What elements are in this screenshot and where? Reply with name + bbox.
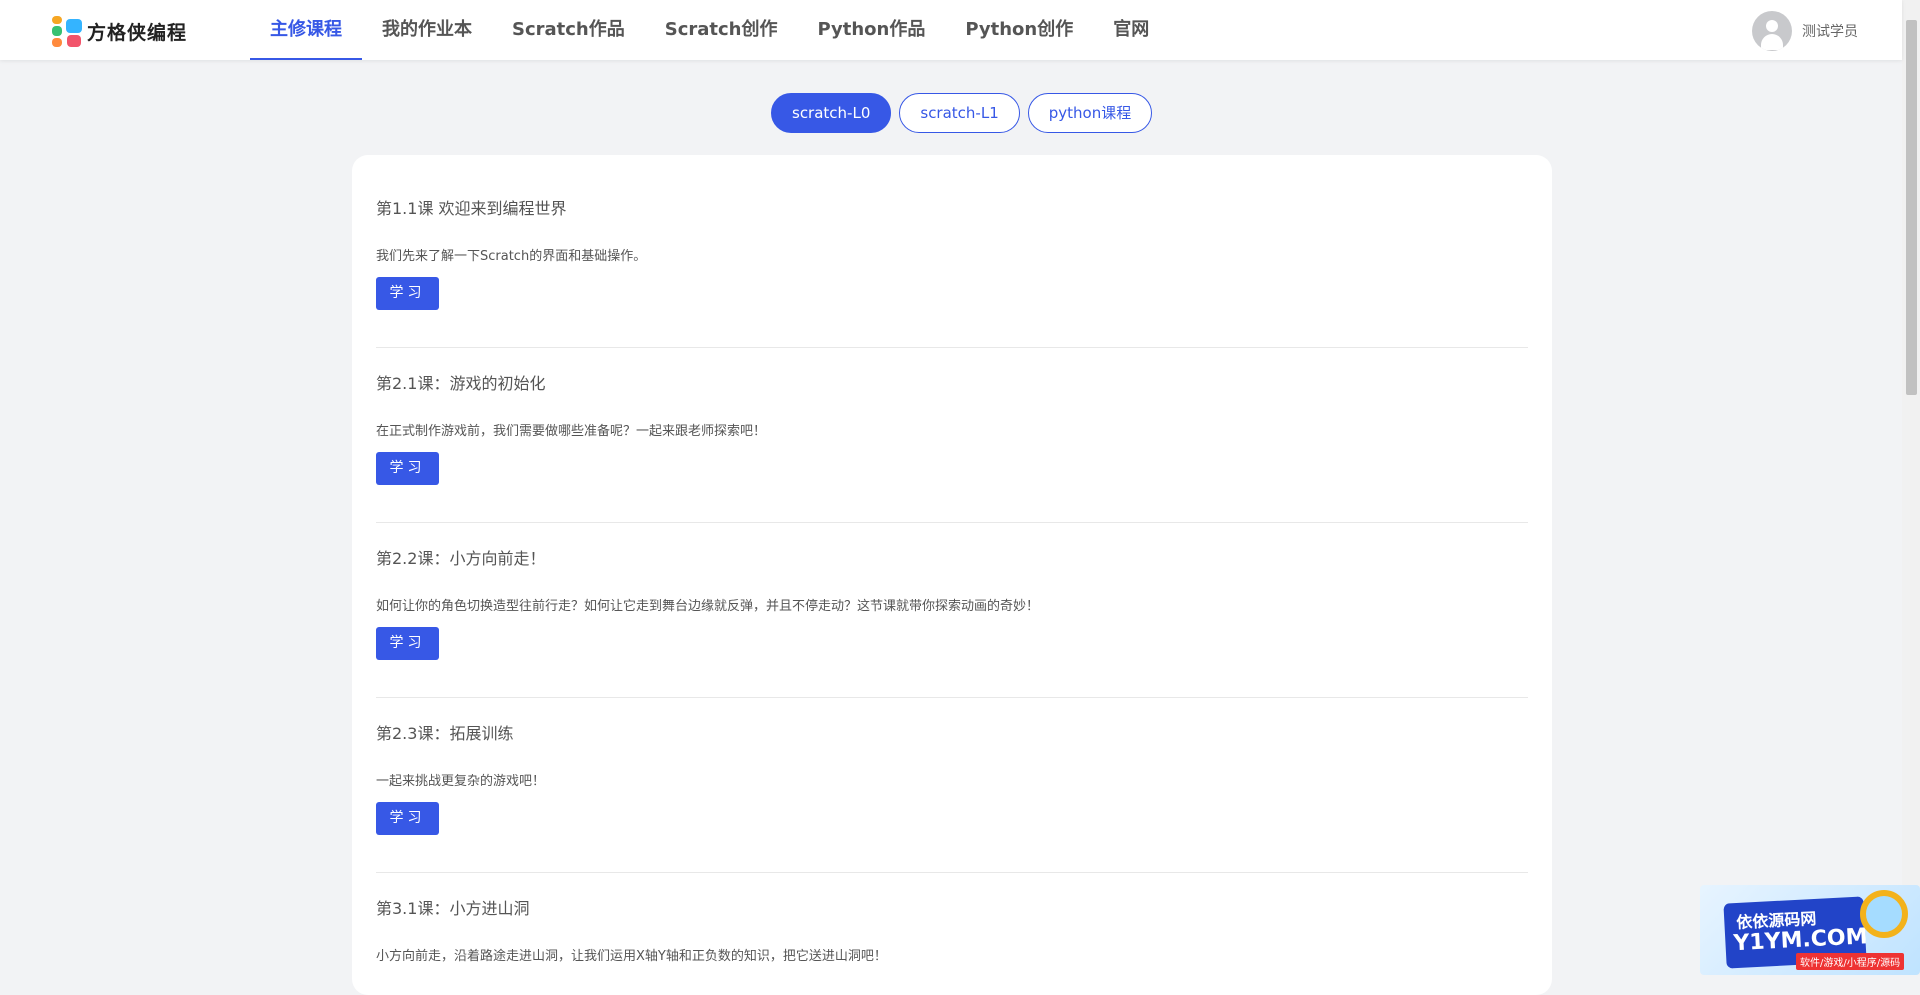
lesson-item: 第2.3课：拓展训练 一起来挑战更复杂的游戏吧！ 学习 bbox=[376, 720, 1528, 873]
lesson-item: 第2.1课：游戏的初始化 在正式制作游戏前，我们需要做哪些准备呢？一起来跟老师探… bbox=[376, 370, 1528, 523]
lesson-list-card: 第1.1课 欢迎来到编程世界 我们先来了解一下Scratch的界面和基础操作。 … bbox=[352, 155, 1552, 995]
tab-scratch-l1[interactable]: scratch-L1 bbox=[899, 93, 1020, 133]
lesson-item: 第2.2课：小方向前走！ 如何让你的角色切换造型往前行走？如何让它走到舞台边缘就… bbox=[376, 545, 1528, 698]
divider bbox=[376, 697, 1528, 698]
lesson-title: 第1.1课 欢迎来到编程世界 bbox=[376, 199, 567, 218]
logo-text: 方格侠编程 bbox=[87, 21, 188, 44]
watermark-subtitle: 软件/游戏/小程序/源码 bbox=[1796, 953, 1905, 970]
logo-icon bbox=[50, 14, 84, 48]
course-level-tabs: scratch-L0 scratch-L1 python课程 bbox=[771, 93, 1153, 133]
lesson-description: 我们先来了解一下Scratch的界面和基础操作。 bbox=[376, 249, 647, 264]
study-button[interactable]: 学习 bbox=[376, 627, 439, 660]
user-avatar-icon[interactable] bbox=[1752, 11, 1792, 51]
top-navigation-bar: 方格侠编程 主修课程 我的作业本 Scratch作品 Scratch创作 Pyt… bbox=[0, 0, 1902, 60]
lesson-title: 第2.2课：小方向前走！ bbox=[376, 549, 546, 568]
lesson-title: 第2.1课：游戏的初始化 bbox=[376, 374, 546, 393]
tab-scratch-l0[interactable]: scratch-L0 bbox=[771, 93, 892, 133]
nav-item-python-works[interactable]: Python作品 bbox=[798, 0, 946, 60]
divider bbox=[376, 522, 1528, 523]
lesson-title: 第3.1课：小方进山洞 bbox=[376, 899, 530, 918]
nav-item-main-courses[interactable]: 主修课程 bbox=[250, 0, 362, 60]
study-button[interactable]: 学习 bbox=[376, 277, 439, 310]
study-button[interactable]: 学习 bbox=[376, 452, 439, 485]
watermark-badge: 依依源码网 Y1YM.COM 软件/游戏/小程序/源码 bbox=[1700, 885, 1920, 975]
tab-python-course[interactable]: python课程 bbox=[1027, 93, 1153, 133]
lesson-description: 小方向前走，沿着路途走进山洞，让我们运用X轴Y轴和正负数的知识，把它送进山洞吧！ bbox=[376, 949, 887, 964]
nav-item-official-site[interactable]: 官网 bbox=[1093, 0, 1169, 60]
divider bbox=[376, 872, 1528, 873]
scrollbar-thumb[interactable] bbox=[1906, 20, 1917, 395]
nav-item-homework[interactable]: 我的作业本 bbox=[362, 0, 492, 60]
divider bbox=[376, 347, 1528, 348]
magnifier-icon bbox=[1860, 890, 1908, 938]
nav-item-scratch-create[interactable]: Scratch创作 bbox=[645, 0, 798, 60]
lesson-description: 在正式制作游戏前，我们需要做哪些准备呢？一起来跟老师探索吧！ bbox=[376, 424, 767, 439]
lesson-title: 第2.3课：拓展训练 bbox=[376, 724, 514, 743]
user-name: 测试学员 bbox=[1802, 24, 1858, 40]
lesson-description: 如何让你的角色切换造型往前行走？如何让它走到舞台边缘就反弹，并且不停走动？这节课… bbox=[376, 599, 1040, 614]
nav-item-scratch-works[interactable]: Scratch作品 bbox=[492, 0, 645, 60]
lesson-item: 第3.1课：小方进山洞 小方向前走，沿着路途走进山洞，让我们运用X轴Y轴和正负数… bbox=[376, 895, 1528, 964]
study-button[interactable]: 学习 bbox=[376, 802, 439, 835]
main-nav: 主修课程 我的作业本 Scratch作品 Scratch创作 Python作品 … bbox=[250, 0, 1169, 60]
nav-item-python-create[interactable]: Python创作 bbox=[945, 0, 1093, 60]
app-logo[interactable]: 方格侠编程 bbox=[50, 14, 187, 48]
lesson-description: 一起来挑战更复杂的游戏吧！ bbox=[376, 774, 546, 789]
lesson-item: 第1.1课 欢迎来到编程世界 我们先来了解一下Scratch的界面和基础操作。 … bbox=[376, 195, 1528, 348]
page-scrollbar[interactable] bbox=[1902, 0, 1920, 975]
user-menu[interactable]: 测试学员 bbox=[1752, 11, 1858, 51]
